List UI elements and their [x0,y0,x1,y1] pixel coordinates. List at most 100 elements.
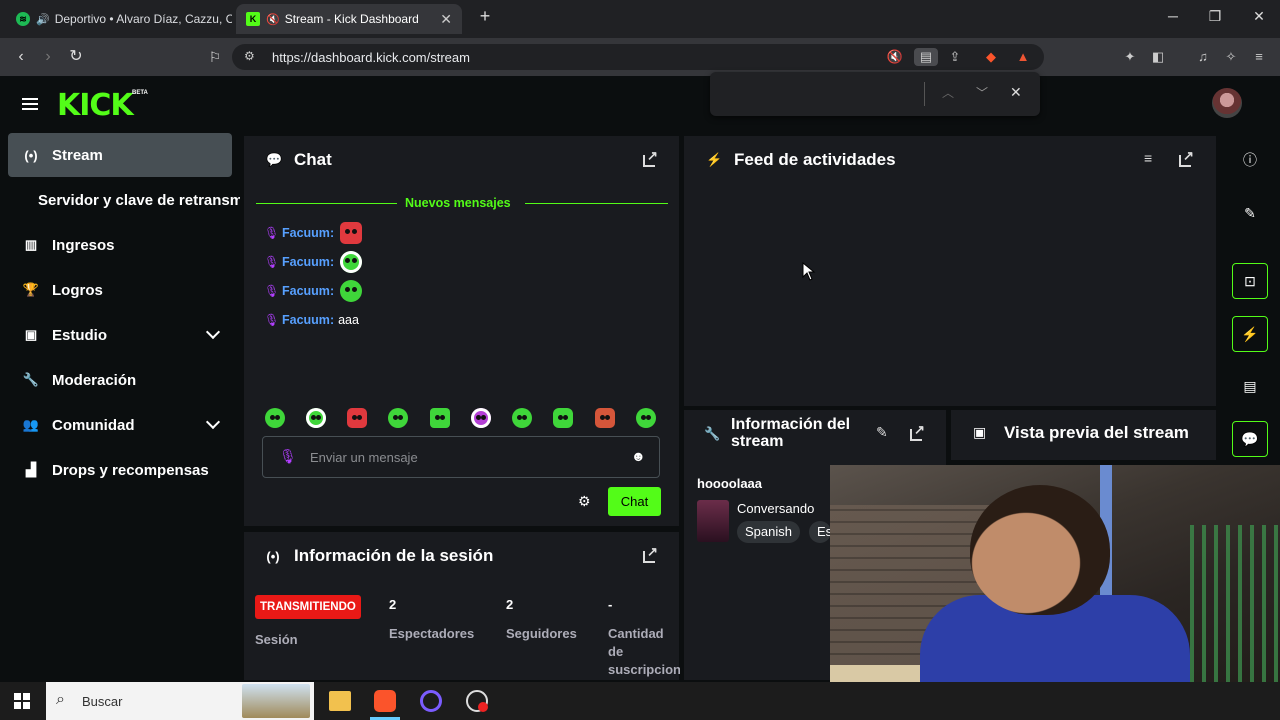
emote-quick-icon[interactable] [553,408,573,428]
extensions-icon[interactable]: ✦ [1121,48,1139,66]
kick-logo[interactable]: KICK [57,88,134,123]
sidebar-item-logros[interactable]: 🏆 Logros [8,268,232,312]
popout-icon[interactable] [642,544,658,564]
close-tab-icon[interactable]: ✕ [432,11,452,28]
emote-quick-icon[interactable] [636,408,656,428]
sidebar-item-label: Estudio [52,326,107,344]
sidebar-item-stream[interactable]: (•) Stream [8,133,232,177]
chat-username[interactable]: Facuum [282,255,330,269]
info-icon[interactable]: ⓘ [1232,142,1268,178]
popout-icon[interactable] [642,148,658,168]
chat-username[interactable]: Facuum [282,313,330,327]
app-icon[interactable] [420,690,442,712]
emote-quick-icon[interactable] [595,408,615,428]
new-tab-button[interactable]: + [470,6,500,27]
back-button[interactable]: ‹ [10,46,32,68]
emote-quick-icon[interactable] [347,408,367,428]
sidebar-item-server-key[interactable]: Servidor y clave de retransmisión [8,178,240,222]
wrench-icon: 🔧 [22,372,40,387]
activity-feed-header: ⚡ Feed de actividades ≡ [684,136,1216,184]
media-icon[interactable]: ♫ [1194,48,1212,66]
file-explorer-icon[interactable] [329,691,351,711]
filter-icon[interactable]: ≡ [1144,150,1152,166]
hamburger-menu-icon[interactable] [22,98,38,110]
microphone-badge-icon: 🎙 [264,284,280,298]
edit-pencil-icon[interactable]: ✎ [876,424,888,441]
chat-bubble-icon[interactable]: 💬 [1232,421,1268,457]
brave-rewards-icon[interactable]: ▲ [1014,48,1032,66]
live-status-badge: TRANSMITIENDO [255,595,361,619]
minimize-button[interactable]: ─ [1158,8,1188,24]
chat-input[interactable]: 🎙 Enviar un mensaje ☻ [262,436,660,478]
emote-quick-icon[interactable] [265,408,285,428]
chat-username[interactable]: Facuum [282,284,330,298]
chat-username[interactable]: Facuum [282,226,330,240]
sidebar-item-estudio[interactable]: ▣ Estudio [8,313,232,357]
sidebar-item-moderacion[interactable]: 🔧 Moderación [8,358,232,402]
sidebar-item-drops[interactable]: ▟ Drops y recompensas [8,448,232,492]
close-find-icon[interactable]: ✕ [1010,84,1022,101]
restore-button[interactable]: ❐ [1200,8,1230,25]
emote-quick-icon[interactable] [471,408,491,428]
taskbar-search-box[interactable]: ⌕ Buscar [46,682,314,720]
category-thumbnail[interactable] [697,500,729,542]
tab-kick-dashboard[interactable]: K 🔇 Stream - Kick Dashboard ✕ [236,4,462,34]
bookmark-icon[interactable]: ⚐ [204,46,226,68]
sidebar-toggle-icon[interactable]: ◧ [1149,48,1167,66]
notes-icon[interactable]: ▤ [1232,368,1268,404]
stream-tag[interactable]: Spanish [737,521,800,543]
microphone-badge-icon: 🎙 [264,255,280,269]
obs-icon[interactable] [466,690,488,712]
site-settings-icon[interactable]: ⚙ [244,49,255,63]
chevron-down-icon[interactable]: ﹀ [976,84,988,101]
tab-title: Stream - Kick Dashboard [284,12,419,26]
close-window-button[interactable]: ✕ [1244,8,1274,25]
smile-emote-icon [340,280,363,302]
microphone-badge-icon: 🎙 [279,448,297,464]
speaker-icon: 🔊 [36,13,50,26]
leo-ai-icon[interactable]: ✧ [1222,48,1240,66]
mute-site-icon[interactable]: 🔇 [886,48,904,66]
emoji-picker-icon[interactable]: ☻ [631,448,646,464]
reader-mode-icon[interactable]: ▤ [914,48,938,66]
tab-spotify[interactable]: ≋ 🔊 Deportivo • Alvaro Díaz, Cazzu, C [6,4,232,34]
brave-browser-icon[interactable] [374,690,396,712]
emote-quick-icon[interactable] [388,408,408,428]
popout-icon[interactable] [909,422,925,442]
sidebar-item-ingresos[interactable]: ▥ Ingresos [8,223,232,267]
chat-message[interactable]: 🎙 Facuum: [264,251,363,273]
address-bar[interactable]: ⚙ https://dashboard.kick.com/stream 🔇 ▤ … [232,44,1044,70]
menu-icon[interactable]: ≡ [1250,48,1268,66]
sidebar-item-comunidad[interactable]: 👥 Comunidad [8,403,232,447]
sidebar-item-label: Ingresos [52,236,115,254]
edit-pencil-icon[interactable]: ✎ [1232,195,1268,231]
send-chat-button[interactable]: Chat [608,487,661,516]
url-text: https://dashboard.kick.com/stream [272,50,470,65]
stream-category[interactable]: Conversando [737,501,814,516]
chat-message[interactable]: 🎙 Facuum: [264,222,363,244]
stream-preview-title: Vista previa del stream [1004,423,1189,442]
chat-message-text: aaa [338,313,359,327]
reload-button[interactable]: ↻ [65,46,87,68]
lightning-icon[interactable]: ⚡ [1232,316,1268,352]
forward-button[interactable]: › [37,46,59,68]
chat-settings-gear-icon[interactable]: ⚙ [578,493,591,510]
chat-message[interactable]: 🎙 Facuum: aaa [264,310,359,330]
emote-quick-icon[interactable] [430,408,450,428]
stream-title: hoooolaaa [697,476,763,491]
windows-start-icon[interactable] [14,693,30,709]
emote-quick-icon[interactable] [306,408,326,428]
viewers-value: 2 [389,597,397,612]
user-avatar[interactable] [1212,88,1242,118]
find-divider [924,82,925,106]
brave-shields-icon[interactable]: ◆ [982,48,1000,66]
stream-tag[interactable]: Es [809,521,831,543]
browser-tab-strip: ≋ 🔊 Deportivo • Alvaro Díaz, Cazzu, C K … [0,0,1280,38]
share-icon[interactable]: ⇪ [946,48,964,66]
chat-header: 💬 Chat [244,136,679,184]
chat-message[interactable]: 🎙 Facuum: [264,280,363,302]
chevron-up-icon[interactable]: ︿ [942,84,954,101]
emote-quick-icon[interactable] [512,408,532,428]
capture-icon[interactable]: ⊡ [1232,263,1268,299]
popout-icon[interactable] [1178,148,1194,168]
